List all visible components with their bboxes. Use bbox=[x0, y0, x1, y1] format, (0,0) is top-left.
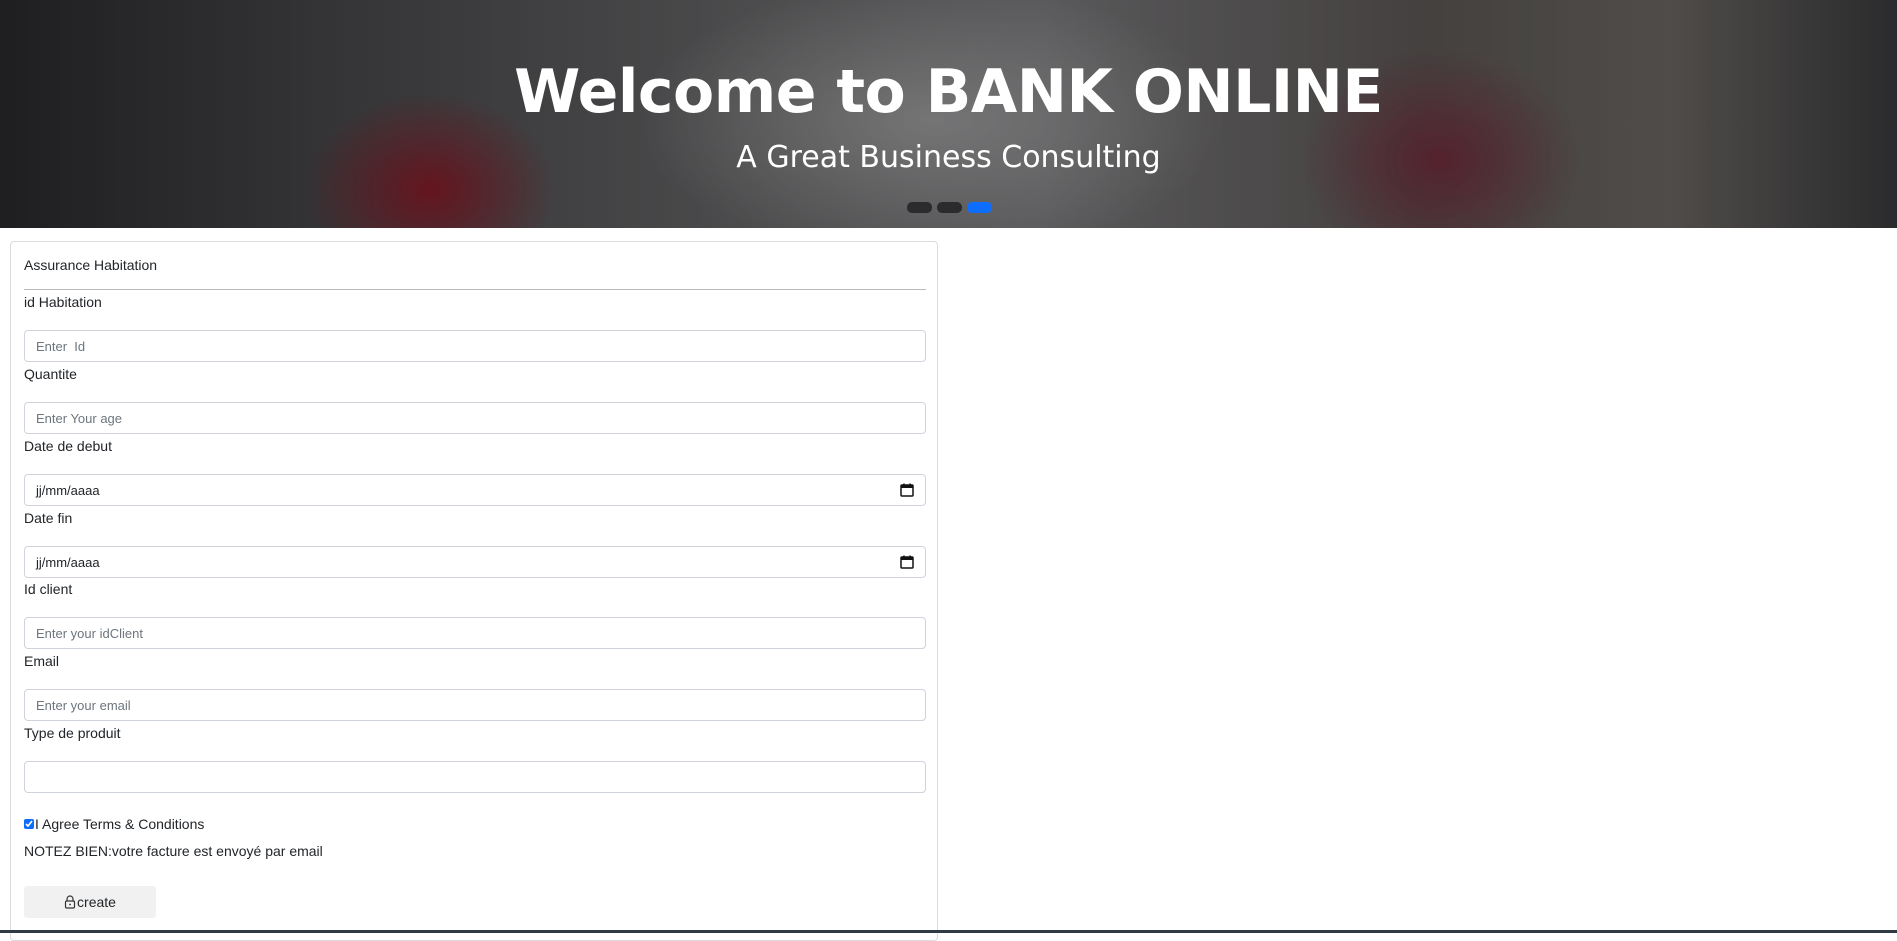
date-debut-value: jj/mm/aaaa bbox=[36, 483, 100, 498]
id-habitation-input[interactable] bbox=[24, 330, 926, 362]
date-fin-label: Date fin bbox=[24, 510, 73, 526]
terms-checkbox[interactable] bbox=[24, 819, 34, 829]
id-client-label: Id client bbox=[24, 581, 73, 597]
terms-row: I Agree Terms & Conditions bbox=[24, 816, 204, 832]
hero-subtitle: A Great Business Consulting bbox=[736, 140, 1161, 175]
quantite-label: Quantite bbox=[24, 366, 77, 382]
terms-label[interactable]: I Agree Terms & Conditions bbox=[35, 816, 204, 832]
create-button-label: create bbox=[77, 894, 116, 910]
form-divider bbox=[24, 289, 926, 290]
hero-title: Welcome to BANK ONLINE bbox=[514, 57, 1383, 127]
calendar-icon[interactable] bbox=[900, 555, 914, 569]
hero-carousel: Welcome to BANK ONLINE A Great Business … bbox=[0, 0, 1897, 228]
id-habitation-label: id Habitation bbox=[24, 294, 102, 310]
type-produit-label: Type de produit bbox=[24, 725, 121, 741]
create-button[interactable]: create bbox=[24, 886, 156, 918]
date-fin-value: jj/mm/aaaa bbox=[36, 555, 100, 570]
id-client-input[interactable] bbox=[24, 617, 926, 649]
carousel-indicators bbox=[907, 202, 992, 213]
date-debut-input[interactable]: jj/mm/aaaa bbox=[24, 474, 926, 506]
carousel-indicator-3[interactable] bbox=[967, 202, 992, 213]
assurance-form-card: Assurance Habitation id Habitation Quant… bbox=[10, 241, 938, 941]
email-input[interactable] bbox=[24, 689, 926, 721]
carousel-indicator-1[interactable] bbox=[907, 202, 932, 213]
quantite-input[interactable] bbox=[24, 402, 926, 434]
form-title: Assurance Habitation bbox=[24, 257, 158, 273]
email-label: Email bbox=[24, 653, 60, 669]
type-produit-input[interactable] bbox=[24, 761, 926, 793]
carousel-indicator-2[interactable] bbox=[937, 202, 962, 213]
calendar-icon[interactable] bbox=[900, 483, 914, 497]
invoice-notice: NOTEZ BIEN:votre facture est envoyé par … bbox=[24, 843, 323, 859]
date-debut-label: Date de debut bbox=[24, 438, 112, 454]
lock-icon bbox=[64, 895, 76, 909]
date-fin-input[interactable]: jj/mm/aaaa bbox=[24, 546, 926, 578]
